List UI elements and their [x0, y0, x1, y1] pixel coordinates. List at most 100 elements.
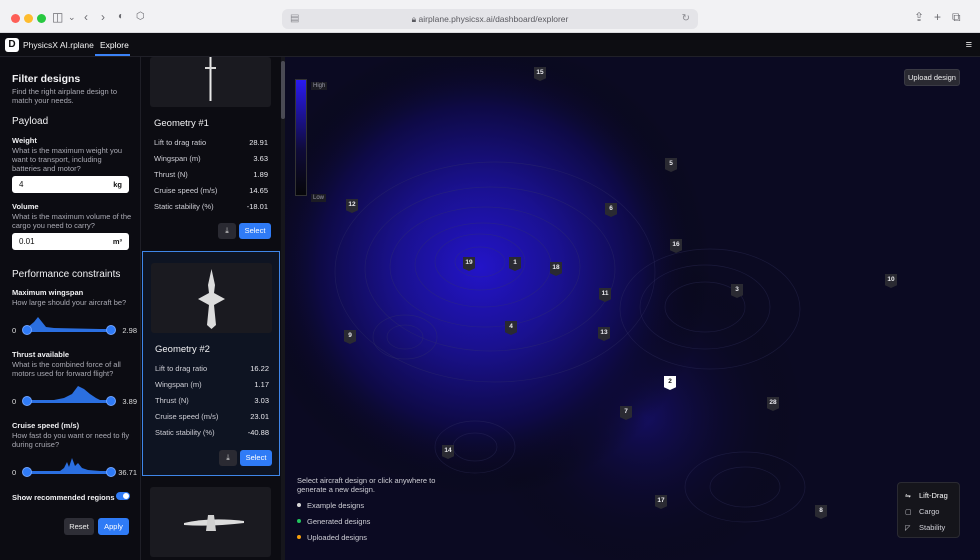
legend-high: High — [311, 82, 328, 90]
thrust-min: 0 — [12, 397, 17, 406]
cruise-label: Cruise speed (m/s) — [12, 421, 80, 430]
select-button[interactable]: Select — [239, 223, 271, 239]
view-lift-drag[interactable]: ⇋ Lift-Drag — [905, 491, 948, 500]
design-pin[interactable]: 13 — [598, 327, 610, 341]
design-pin[interactable]: 9 — [344, 330, 356, 344]
cruise-min-handle[interactable] — [22, 467, 32, 477]
design-pin[interactable]: 11 — [599, 288, 611, 302]
generated-dot — [297, 519, 301, 523]
stability-icon: ◸ — [905, 525, 911, 532]
url-text: airplane.physicsx.ai/dashboard/explorer — [418, 14, 569, 24]
filter-panel: Filter designs Find the right airplane d… — [0, 57, 141, 560]
design-prop: Thrust (N) 1.89 — [154, 170, 268, 179]
volume-input[interactable]: 0.01 m³ — [12, 233, 129, 250]
volume-unit: m³ — [112, 237, 122, 246]
designs-list: Geometry #1 Lift to drag ratio 28.91 Wing… — [141, 57, 281, 560]
sidebar-icon[interactable]: ◫ — [52, 11, 63, 23]
back-icon[interactable]: ‹ — [84, 11, 88, 23]
design-prop: Wingspan (m) 3.63 — [154, 154, 268, 163]
design-pin[interactable]: 3 — [731, 284, 743, 298]
wingspan-max: 2.98 — [122, 326, 137, 335]
forward-icon[interactable]: › — [101, 11, 105, 23]
legend-generated: Generated designs — [297, 517, 370, 526]
wingspan-slider[interactable]: 0 2.98 — [12, 323, 137, 337]
reset-button[interactable]: Reset — [64, 518, 94, 535]
select-button[interactable]: Select — [240, 450, 272, 466]
thrust-track[interactable] — [26, 400, 112, 403]
design-prop: Lift to drag ratio 28.91 — [154, 138, 268, 147]
design-prop: Cruise speed (m/s) 14.65 — [154, 186, 268, 195]
design-pin[interactable]: 16 — [670, 239, 682, 253]
design-pin[interactable]: 1 — [509, 257, 521, 271]
cruise-description: How fast do you want or need to fly duri… — [12, 431, 130, 449]
filter-subtitle: Find the right airplane design to match … — [12, 87, 118, 105]
download-icon[interactable]: ⤓ — [219, 450, 237, 466]
design-pin[interactable]: 19 — [463, 257, 475, 271]
weight-value: 4 — [19, 180, 24, 189]
browser-toolbar: ◫ ⌄ ‹ › ◐ ⬡ ▤ 🔒︎ airplane.physicsx.ai/da… — [0, 0, 980, 33]
design-card[interactable] — [142, 487, 280, 560]
design-pin[interactable]: 15 — [534, 67, 546, 81]
thrust-min-handle[interactable] — [22, 396, 32, 406]
thrust-label: Thrust available — [12, 350, 70, 359]
address-bar[interactable]: ▤ 🔒︎ airplane.physicsx.ai/dashboard/expl… — [282, 9, 698, 29]
design-pin[interactable]: 8 — [815, 505, 827, 519]
design-name: Geometry #1 — [154, 118, 209, 129]
design-pin[interactable]: 4 — [505, 321, 517, 335]
thrust-slider[interactable]: 0 3.89 — [12, 394, 137, 408]
design-pin[interactable]: 10 — [885, 274, 897, 288]
chevron-down-icon[interactable]: ⌄ — [68, 11, 76, 23]
thrust-max-handle[interactable] — [106, 396, 116, 406]
design-card[interactable]: Geometry #1 Lift to drag ratio 28.91 Wing… — [142, 57, 280, 250]
design-pin[interactable]: 6 — [605, 203, 617, 217]
design-thumbnail[interactable] — [150, 57, 271, 107]
thrust-max: 3.89 — [122, 397, 137, 406]
maximize-window-button[interactable] — [37, 14, 46, 23]
design-pin[interactable]: 17 — [655, 495, 667, 509]
wingspan-max-handle[interactable] — [106, 325, 116, 335]
performance-heading: Performance constraints — [12, 269, 121, 280]
recommended-regions-label: Show recommended regions — [12, 493, 115, 502]
cruise-track[interactable] — [26, 471, 112, 474]
upload-design-button[interactable]: Upload design — [904, 69, 960, 86]
design-space-map[interactable]: High Low Upload design 15 5 12 6 16 19 1… — [285, 57, 980, 560]
design-name: Geometry #2 — [155, 344, 210, 355]
design-pin[interactable]: 14 — [442, 445, 454, 459]
download-icon[interactable]: ⤓ — [218, 223, 236, 239]
tab-explore[interactable]: Explore — [100, 40, 129, 50]
intensity-legend — [295, 79, 307, 196]
design-pin[interactable]: 28 — [767, 397, 779, 411]
apply-button[interactable]: Apply — [98, 518, 129, 535]
share-icon[interactable]: ⇪ — [914, 11, 924, 23]
design-card-selected[interactable]: Geometry #2 Lift to drag ratio 16.22 Wing… — [142, 251, 280, 476]
app-name: PhysicsX AI.rplane — [23, 40, 94, 50]
design-thumbnail[interactable] — [150, 487, 271, 557]
new-tab-icon[interactable]: + — [934, 11, 941, 23]
extension-icon[interactable]: ⬡ — [136, 11, 145, 23]
privacy-icon[interactable]: ◐ — [118, 11, 124, 23]
design-pin[interactable]: 18 — [550, 262, 562, 276]
design-prop: Thrust (N) 3.03 — [155, 396, 269, 405]
design-pin[interactable]: 12 — [346, 199, 358, 213]
design-pin[interactable]: 5 — [665, 158, 677, 172]
minimize-window-button[interactable] — [24, 14, 33, 23]
wingspan-min: 0 — [12, 326, 17, 335]
cruise-slider[interactable]: 0 36.71 — [12, 465, 137, 479]
recommended-regions-toggle[interactable] — [116, 492, 130, 500]
tabs-icon[interactable]: ⧉ — [952, 11, 961, 23]
wingspan-track[interactable] — [26, 329, 112, 332]
view-cargo[interactable]: ▢ Cargo — [905, 507, 939, 516]
design-pin[interactable]: 7 — [620, 406, 632, 420]
design-thumbnail[interactable] — [151, 263, 272, 333]
app-logo[interactable]: D — [5, 38, 19, 52]
wingspan-min-handle[interactable] — [22, 325, 32, 335]
design-pin-selected[interactable]: 2 — [664, 376, 676, 390]
weight-input[interactable]: 4 kg — [12, 176, 129, 193]
view-stability[interactable]: ◸ Stability — [905, 523, 945, 532]
cruise-max-handle[interactable] — [106, 467, 116, 477]
wingspan-label: Maximum wingspan — [12, 288, 84, 297]
hamburger-icon[interactable]: ≡ — [966, 39, 972, 51]
reload-icon[interactable]: ↻ — [682, 9, 690, 29]
map-hint: Select aircraft design or click anywhere… — [297, 476, 436, 494]
close-window-button[interactable] — [11, 14, 20, 23]
